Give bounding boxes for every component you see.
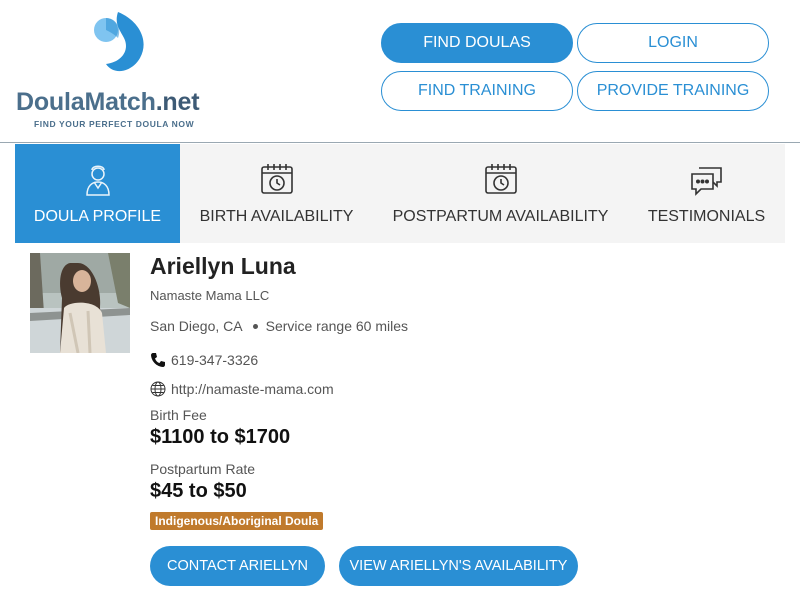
birth-fee-value: $1100 to $1700: [150, 426, 291, 448]
service-range: Service range 60 miles: [265, 318, 409, 334]
contact-doula-button[interactable]: CONTACT ARIELLYN: [150, 546, 325, 586]
tab-postpartum-availability[interactable]: POSTPARTUM AVAILABILITY: [373, 144, 628, 243]
separator-dot: [252, 323, 258, 329]
site-header: DoulaMatch.net FIND YOUR PERFECT DOULA N…: [0, 0, 800, 143]
location-city: San Diego, CA: [150, 318, 243, 334]
login-button[interactable]: LOGIN: [577, 23, 769, 63]
doula-website-link[interactable]: http://namaste-mama.com: [171, 381, 334, 397]
logo-drop-icon: [94, 12, 144, 72]
logo-tagline: FIND YOUR PERFECT DOULA NOW: [34, 119, 195, 129]
postpartum-rate-value: $45 to $50: [150, 480, 247, 502]
logo-wordmark: DoulaMatch.net: [16, 88, 200, 117]
logo-suffix: .net: [155, 88, 200, 116]
doula-name: Ariellyn Luna: [150, 253, 296, 279]
tab-doula-profile[interactable]: DOULA PROFILE: [15, 144, 180, 243]
site-logo[interactable]: DoulaMatch.net FIND YOUR PERFECT DOULA N…: [14, 10, 224, 135]
doula-company: Namaste Mama LLC: [150, 288, 270, 303]
tab-testimonials[interactable]: TESTIMONIALS: [628, 144, 785, 243]
tab-label: BIRTH AVAILABILITY: [199, 208, 354, 225]
logo-name: DoulaMatch: [16, 88, 156, 116]
tab-birth-availability[interactable]: BIRTH AVAILABILITY: [180, 144, 373, 243]
chat-bubbles-icon: [690, 167, 722, 196]
doula-location: San Diego, CA Service range 60 miles: [150, 318, 408, 334]
doula-phone[interactable]: 619-347-3326: [171, 352, 258, 368]
postpartum-rate-label: Postpartum Rate: [150, 461, 256, 477]
find-training-button[interactable]: FIND TRAINING: [381, 71, 573, 111]
tab-label: TESTIMONIALS: [647, 208, 766, 225]
person-icon: [85, 165, 110, 196]
view-availability-button[interactable]: VIEW ARIELLYN'S AVAILABILITY: [339, 546, 578, 586]
calendar-clock-icon: [260, 164, 293, 194]
indigenous-doula-badge: Indigenous/Aboriginal Doula: [150, 512, 324, 530]
profile-tabs: DOULA PROFILE BIRTH AVAILABILITY POSTPAR…: [15, 144, 785, 243]
tab-label: POSTPARTUM AVAILABILITY: [392, 208, 609, 225]
globe-icon: [150, 381, 166, 397]
tab-label: DOULA PROFILE: [33, 208, 162, 225]
find-doulas-button[interactable]: FIND DOULAS: [381, 23, 573, 63]
phone-icon: [151, 353, 165, 367]
provide-training-button[interactable]: PROVIDE TRAINING: [577, 71, 769, 111]
calendar-clock-icon: [484, 164, 517, 194]
doula-photo: [30, 253, 130, 353]
birth-fee-label: Birth Fee: [150, 407, 207, 423]
